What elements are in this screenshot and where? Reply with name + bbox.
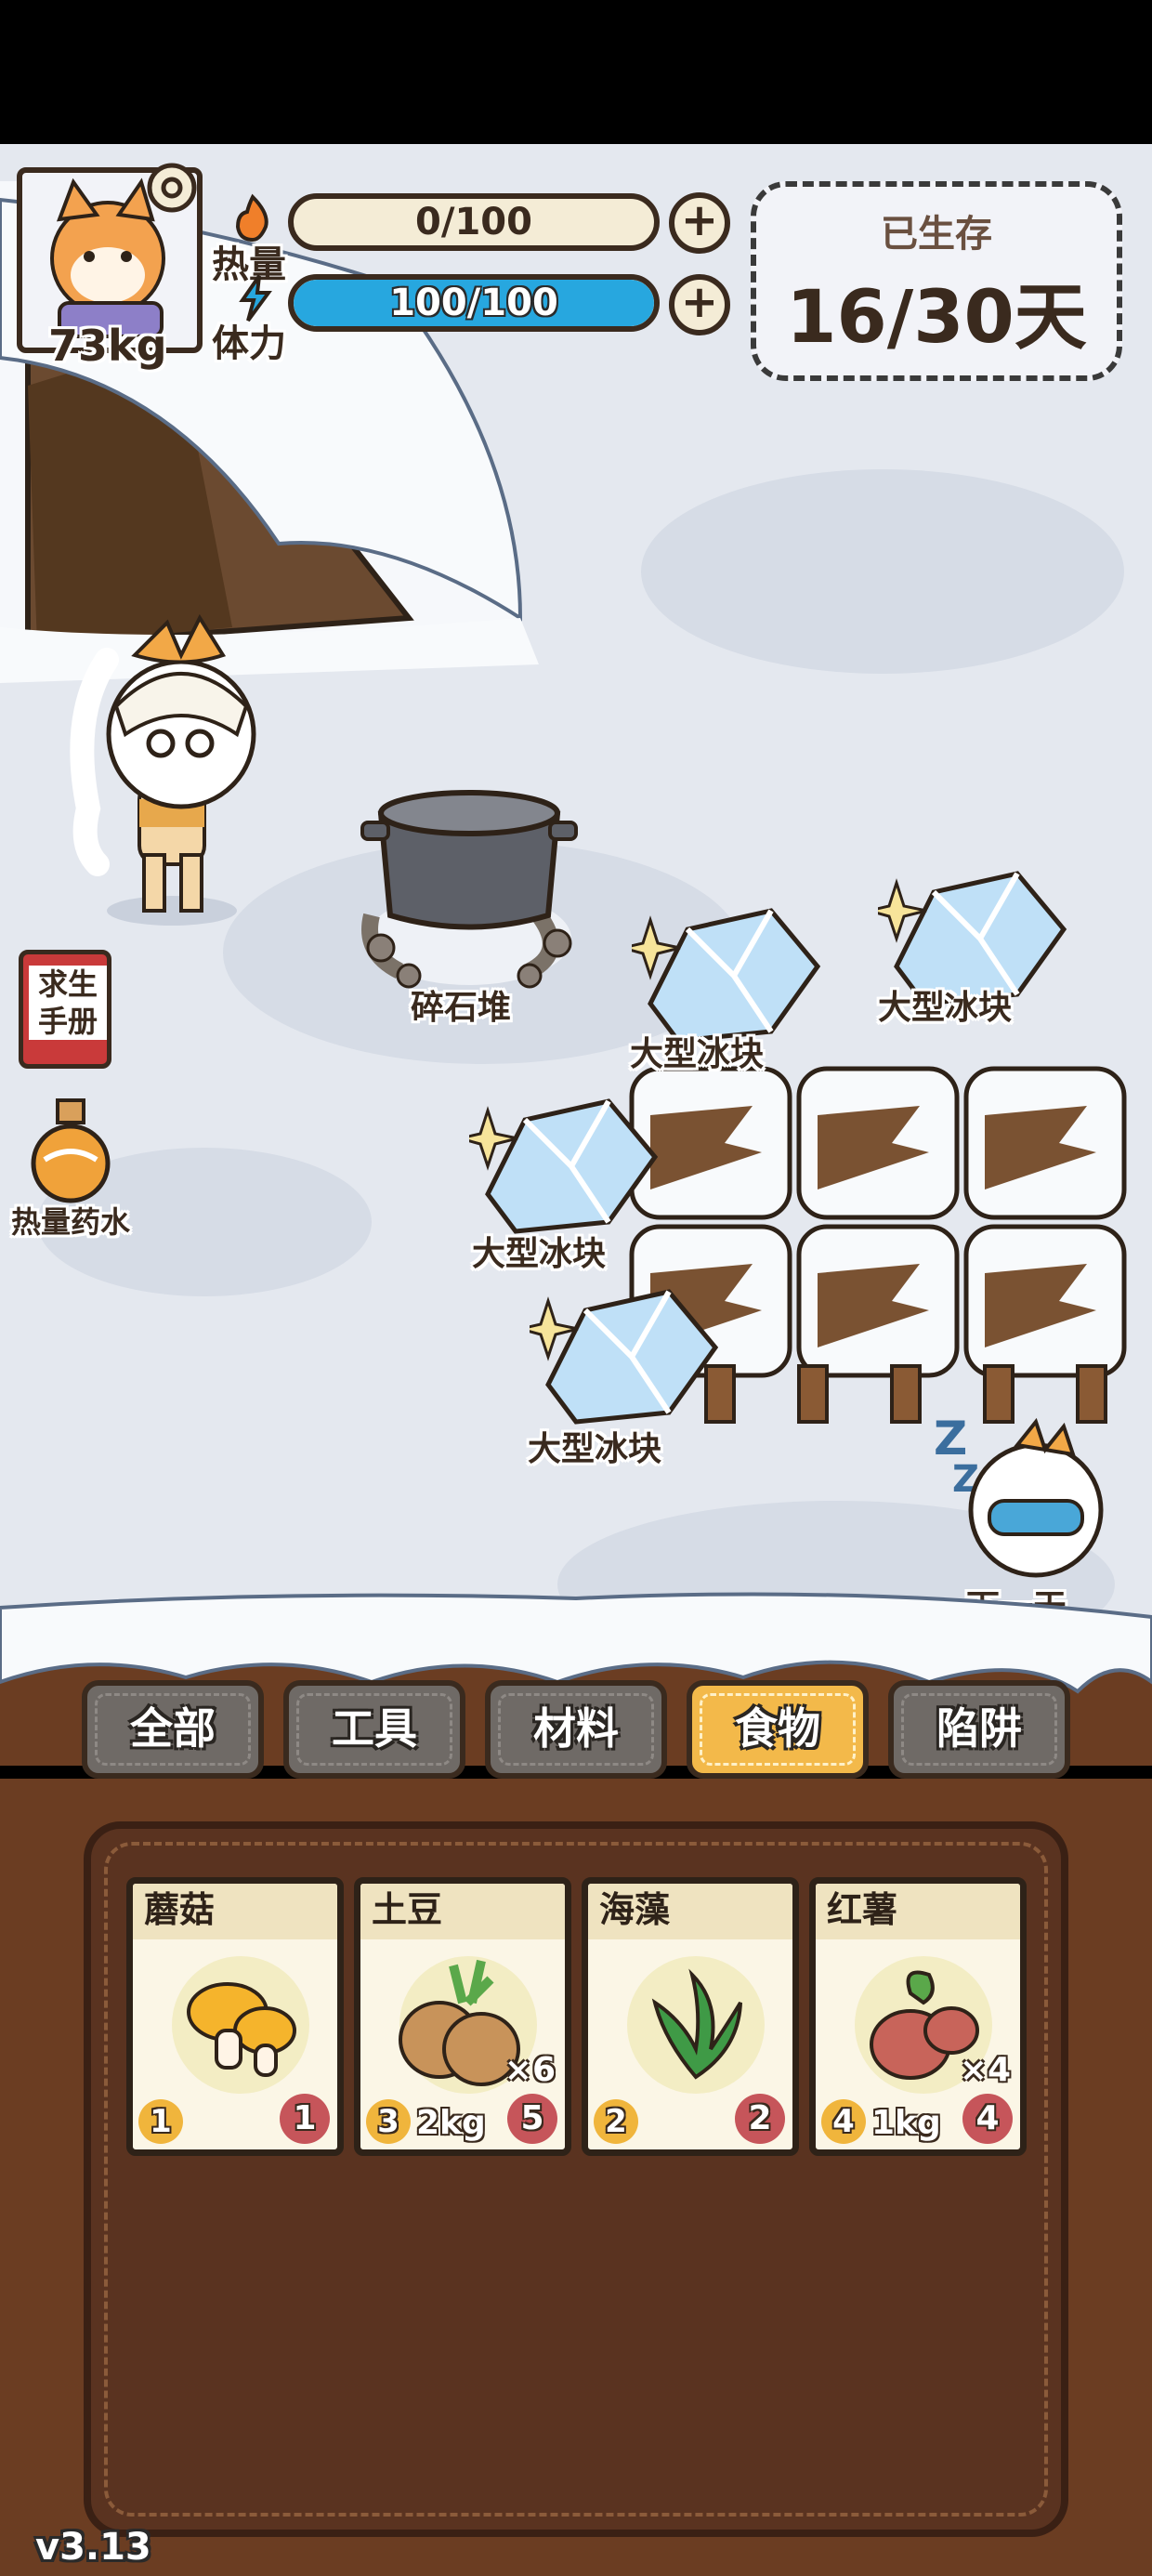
item-heat: 2 xyxy=(594,2099,638,2144)
tab-label: 材料 xyxy=(533,1703,619,1754)
heat-bar: 0/100 xyxy=(288,193,660,251)
stamina-value: 100/100 xyxy=(389,282,558,324)
sleeping-character-icon[interactable]: Z Z xyxy=(934,1408,1138,1584)
version-label: v3.13 xyxy=(35,2526,151,2569)
status-bar-blank xyxy=(0,0,1152,144)
game-screen: Z Z 碎石堆 大型冰块 大型冰块 大型冰块 大型冰块 下一天 73kg 热量 xyxy=(0,0,1152,2576)
item-heat: 4 xyxy=(821,2099,866,2144)
ice-block-icon[interactable] xyxy=(469,1083,674,1241)
ice-block-label: 大型冰块 xyxy=(528,1430,662,1468)
item-hunger: 2 xyxy=(735,2094,785,2144)
tab-label: 全部 xyxy=(130,1703,216,1754)
survival-manual-label: 求生手册 xyxy=(29,966,107,1040)
ice-block-label: 大型冰块 xyxy=(630,1035,765,1073)
survival-days-panel: 已生存 16/30天 xyxy=(751,181,1122,381)
item-hunger: 4 xyxy=(962,2094,1013,2144)
inventory-card-potato[interactable]: 土豆 ×6 3 2kg 5 xyxy=(354,1877,571,2156)
item-hunger: 5 xyxy=(507,2094,557,2144)
tab-food[interactable]: 食物 xyxy=(687,1680,869,1779)
stamina-bar: 100/100 xyxy=(288,274,660,332)
seaweed-icon xyxy=(651,1968,742,2080)
item-name: 红薯 xyxy=(816,1884,1020,1939)
tab-all[interactable]: 全部 xyxy=(82,1680,264,1779)
inventory-card-mushroom[interactable]: 蘑菇 1 1 xyxy=(126,1877,344,2156)
survived-days: 16/30天 xyxy=(786,276,1087,360)
item-count: ×6 xyxy=(504,2051,556,2089)
survived-label: 已生存 xyxy=(881,213,992,256)
ice-block-label: 大型冰块 xyxy=(878,989,1013,1027)
inventory-card-sweet-potato[interactable]: 红薯 ×4 4 1kg 4 xyxy=(809,1877,1027,2156)
tab-label: 工具 xyxy=(332,1703,417,1754)
tab-label: 食物 xyxy=(735,1703,820,1754)
rubble-label: 碎石堆 xyxy=(411,989,512,1027)
item-weight: 1kg xyxy=(871,2104,941,2142)
item-heat: 1 xyxy=(138,2099,183,2144)
item-hunger: 1 xyxy=(280,2094,330,2144)
potion-label: 热量药水 xyxy=(11,1204,131,1240)
tab-label: 陷阱 xyxy=(936,1703,1022,1754)
item-name: 土豆 xyxy=(360,1884,565,1939)
tab-materials[interactable]: 材料 xyxy=(485,1680,667,1779)
add-heat-button[interactable]: + xyxy=(669,192,730,254)
item-count: ×4 xyxy=(959,2051,1011,2089)
tab-traps[interactable]: 陷阱 xyxy=(888,1680,1070,1779)
add-stamina-button[interactable]: + xyxy=(669,274,730,335)
ice-block-icon[interactable] xyxy=(530,1273,734,1431)
player-weight: 73kg xyxy=(48,321,167,371)
snow-scene: Z Z 碎石堆 大型冰块 大型冰块 大型冰块 大型冰块 下一天 xyxy=(0,144,1152,1724)
girl-character[interactable] xyxy=(51,604,293,939)
cooking-pot-icon[interactable] xyxy=(344,776,595,999)
item-heat: 3 xyxy=(366,2099,411,2144)
stamina-label: 体力 xyxy=(212,322,286,365)
ice-block-label: 大型冰块 xyxy=(472,1235,607,1273)
potion-icon[interactable] xyxy=(26,1097,115,1208)
heat-value: 0/100 xyxy=(415,201,532,243)
tab-tools[interactable]: 工具 xyxy=(283,1680,465,1779)
item-name: 海藻 xyxy=(588,1884,792,1939)
item-name: 蘑菇 xyxy=(133,1884,337,1939)
inventory-card-seaweed[interactable]: 海藻 2 2 xyxy=(582,1877,799,2156)
gear-icon[interactable] xyxy=(144,160,200,216)
mushroom-icon xyxy=(187,1982,296,2077)
survival-manual-button[interactable]: 求生手册 xyxy=(19,950,111,1069)
item-weight: 2kg xyxy=(416,2104,486,2142)
